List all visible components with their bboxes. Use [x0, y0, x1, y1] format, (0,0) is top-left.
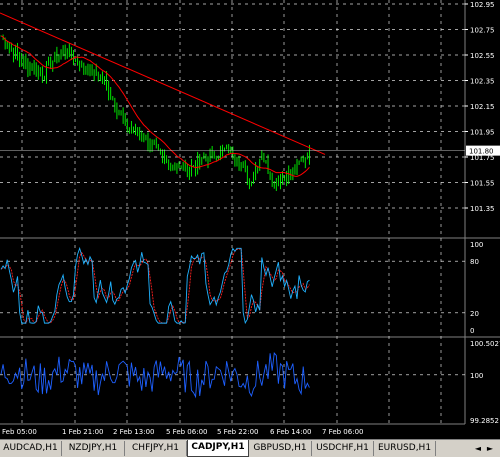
tab-eurusd[interactable]: EURUSD,H1 [374, 441, 436, 456]
tab-nzdjpy[interactable]: NZDJPY,H1 [62, 441, 125, 456]
time-label: 6 Feb 14:00 [270, 428, 311, 436]
tab-scroll-right-button[interactable]: ► [486, 442, 494, 455]
stoch-signal-line [0, 247, 310, 325]
chart-canvas[interactable]: 102.95 102.75 102.55 102.35 102.15 101.95 101.… [0, 0, 500, 439]
stoch-main-line [0, 246, 310, 325]
tab-usdchf[interactable]: USDCHF,H1 [312, 441, 374, 456]
time-label: 5 Feb 06:00 [166, 428, 207, 436]
stoch-tick-label: 20 [470, 310, 479, 318]
price-tick-label: 102.15 [470, 103, 495, 111]
stoch-tick-label: 80 [470, 258, 479, 266]
stoch-tick-label: 0 [470, 327, 474, 335]
current-price-label: 101.80 [469, 148, 494, 156]
time-label: 1 Feb 21:00 [62, 428, 103, 436]
time-label: Feb 05:00 [2, 428, 37, 436]
price-tick-label: 102.55 [470, 52, 495, 60]
tab-chfjpy[interactable]: CHFJPY,H1 [125, 441, 187, 456]
price-tick-label: 101.35 [470, 205, 495, 213]
tab-gbpusd[interactable]: GBPUSD,H1 [249, 441, 312, 456]
tab-audcad[interactable]: AUDCAD,H1 [0, 441, 62, 456]
osc-tick-label: 99.2852 [470, 417, 499, 425]
chart-window: 102.95 102.75 102.55 102.35 102.15 101.95 101.… [0, 0, 500, 457]
tab-cadjpy[interactable]: CADJPY,H1 [187, 440, 249, 457]
symbol-tab-bar: AUDCAD,H1 NZDJPY,H1 CHFJPY,H1 CADJPY,H1 … [0, 439, 500, 457]
time-label: 5 Feb 22:00 [217, 428, 258, 436]
tab-scroll-left-button[interactable]: ◄ [474, 442, 482, 455]
stoch-tick-label: 100 [470, 241, 483, 249]
time-label: 2 Feb 13:00 [113, 428, 154, 436]
price-tick-label: 101.55 [470, 180, 495, 188]
osc-tick-label: 100.5027 [470, 340, 500, 348]
price-tick-label: 101.95 [470, 129, 495, 137]
osc-tick-label: 100 [470, 372, 483, 380]
price-tick-label: 102.35 [470, 78, 495, 86]
price-tick-label: 102.75 [470, 27, 495, 35]
price-tick-label: 102.95 [470, 1, 495, 9]
time-label: 7 Feb 06:00 [322, 428, 363, 436]
price-candles [0, 34, 310, 191]
trendline [0, 12, 326, 155]
